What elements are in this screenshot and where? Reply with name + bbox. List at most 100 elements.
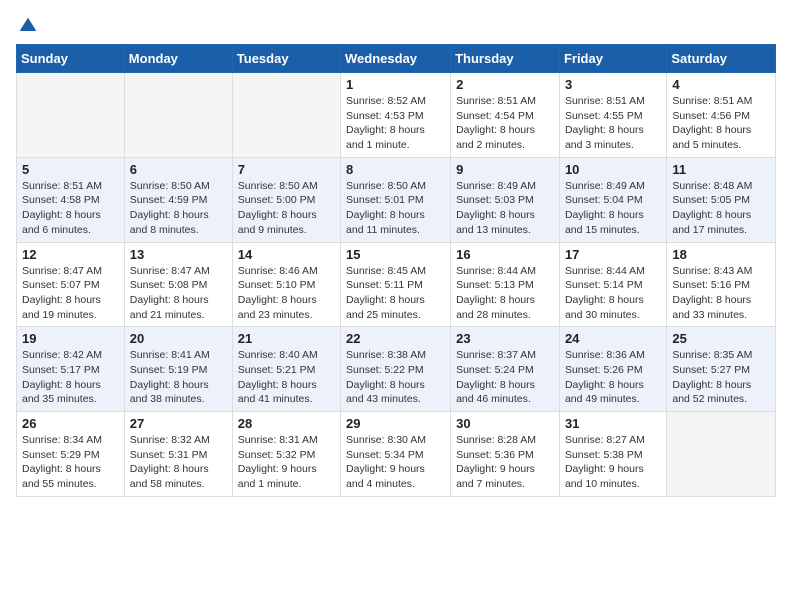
day-number: 17 bbox=[565, 247, 661, 262]
day-number: 23 bbox=[456, 331, 554, 346]
calendar-cell: 26 Sunrise: 8:34 AM Sunset: 5:29 PM Dayli… bbox=[17, 412, 125, 497]
day-content: Sunrise: 8:45 AM Sunset: 5:11 PM Dayligh… bbox=[346, 264, 445, 323]
logo bbox=[16, 16, 38, 32]
day-number: 24 bbox=[565, 331, 661, 346]
week-row-3: 12 Sunrise: 8:47 AM Sunset: 5:07 PM Dayli… bbox=[17, 242, 776, 327]
day-content: Sunrise: 8:34 AM Sunset: 5:29 PM Dayligh… bbox=[22, 433, 119, 492]
day-content: Sunrise: 8:32 AM Sunset: 5:31 PM Dayligh… bbox=[130, 433, 227, 492]
day-content: Sunrise: 8:27 AM Sunset: 5:38 PM Dayligh… bbox=[565, 433, 661, 492]
calendar-cell: 19 Sunrise: 8:42 AM Sunset: 5:17 PM Dayli… bbox=[17, 327, 125, 412]
day-number: 5 bbox=[22, 162, 119, 177]
day-content: Sunrise: 8:44 AM Sunset: 5:14 PM Dayligh… bbox=[565, 264, 661, 323]
calendar-cell bbox=[232, 73, 340, 158]
day-content: Sunrise: 8:48 AM Sunset: 5:05 PM Dayligh… bbox=[672, 179, 770, 238]
day-content: Sunrise: 8:36 AM Sunset: 5:26 PM Dayligh… bbox=[565, 348, 661, 407]
day-content: Sunrise: 8:47 AM Sunset: 5:08 PM Dayligh… bbox=[130, 264, 227, 323]
day-content: Sunrise: 8:38 AM Sunset: 5:22 PM Dayligh… bbox=[346, 348, 445, 407]
weekday-header-monday: Monday bbox=[124, 45, 232, 73]
day-content: Sunrise: 8:44 AM Sunset: 5:13 PM Dayligh… bbox=[456, 264, 554, 323]
calendar-cell bbox=[17, 73, 125, 158]
calendar-cell: 23 Sunrise: 8:37 AM Sunset: 5:24 PM Dayli… bbox=[451, 327, 560, 412]
day-number: 12 bbox=[22, 247, 119, 262]
calendar-cell: 7 Sunrise: 8:50 AM Sunset: 5:00 PM Daylig… bbox=[232, 157, 340, 242]
weekday-header-friday: Friday bbox=[559, 45, 666, 73]
weekday-header-thursday: Thursday bbox=[451, 45, 560, 73]
day-content: Sunrise: 8:41 AM Sunset: 5:19 PM Dayligh… bbox=[130, 348, 227, 407]
calendar-cell: 9 Sunrise: 8:49 AM Sunset: 5:03 PM Daylig… bbox=[451, 157, 560, 242]
calendar-cell: 3 Sunrise: 8:51 AM Sunset: 4:55 PM Daylig… bbox=[559, 73, 666, 158]
day-number: 11 bbox=[672, 162, 770, 177]
week-row-5: 26 Sunrise: 8:34 AM Sunset: 5:29 PM Dayli… bbox=[17, 412, 776, 497]
day-content: Sunrise: 8:49 AM Sunset: 5:03 PM Dayligh… bbox=[456, 179, 554, 238]
week-row-1: 1Sunrise: 8:52 AM Sunset: 4:53 PM Daylig… bbox=[17, 73, 776, 158]
day-number: 3 bbox=[565, 77, 661, 92]
day-number: 10 bbox=[565, 162, 661, 177]
page-header bbox=[16, 16, 776, 32]
day-content: Sunrise: 8:42 AM Sunset: 5:17 PM Dayligh… bbox=[22, 348, 119, 407]
weekday-header-saturday: Saturday bbox=[667, 45, 776, 73]
day-content: Sunrise: 8:47 AM Sunset: 5:07 PM Dayligh… bbox=[22, 264, 119, 323]
day-number: 19 bbox=[22, 331, 119, 346]
day-content: Sunrise: 8:28 AM Sunset: 5:36 PM Dayligh… bbox=[456, 433, 554, 492]
calendar-cell: 20 Sunrise: 8:41 AM Sunset: 5:19 PM Dayli… bbox=[124, 327, 232, 412]
calendar-cell bbox=[667, 412, 776, 497]
calendar-cell: 11 Sunrise: 8:48 AM Sunset: 5:05 PM Dayli… bbox=[667, 157, 776, 242]
day-content: Sunrise: 8:40 AM Sunset: 5:21 PM Dayligh… bbox=[238, 348, 335, 407]
calendar-cell: 16 Sunrise: 8:44 AM Sunset: 5:13 PM Dayli… bbox=[451, 242, 560, 327]
day-number: 26 bbox=[22, 416, 119, 431]
calendar-cell: 31Sunrise: 8:27 AM Sunset: 5:38 PM Dayli… bbox=[559, 412, 666, 497]
calendar-cell: 29 Sunrise: 8:30 AM Sunset: 5:34 PM Dayli… bbox=[341, 412, 451, 497]
calendar-cell: 1Sunrise: 8:52 AM Sunset: 4:53 PM Daylig… bbox=[341, 73, 451, 158]
day-number: 27 bbox=[130, 416, 227, 431]
day-content: Sunrise: 8:46 AM Sunset: 5:10 PM Dayligh… bbox=[238, 264, 335, 323]
day-number: 16 bbox=[456, 247, 554, 262]
day-number: 30 bbox=[456, 416, 554, 431]
day-number: 15 bbox=[346, 247, 445, 262]
week-row-2: 5 Sunrise: 8:51 AM Sunset: 4:58 PM Daylig… bbox=[17, 157, 776, 242]
day-content: Sunrise: 8:50 AM Sunset: 4:59 PM Dayligh… bbox=[130, 179, 227, 238]
day-number: 28 bbox=[238, 416, 335, 431]
day-number: 6 bbox=[130, 162, 227, 177]
day-content: Sunrise: 8:50 AM Sunset: 5:01 PM Dayligh… bbox=[346, 179, 445, 238]
day-number: 21 bbox=[238, 331, 335, 346]
calendar-cell: 10 Sunrise: 8:49 AM Sunset: 5:04 PM Dayli… bbox=[559, 157, 666, 242]
day-number: 13 bbox=[130, 247, 227, 262]
day-content: Sunrise: 8:51 AM Sunset: 4:55 PM Dayligh… bbox=[565, 94, 661, 153]
day-number: 4 bbox=[672, 77, 770, 92]
day-content: Sunrise: 8:35 AM Sunset: 5:27 PM Dayligh… bbox=[672, 348, 770, 407]
day-number: 7 bbox=[238, 162, 335, 177]
calendar-cell: 14 Sunrise: 8:46 AM Sunset: 5:10 PM Dayli… bbox=[232, 242, 340, 327]
day-content: Sunrise: 8:50 AM Sunset: 5:00 PM Dayligh… bbox=[238, 179, 335, 238]
day-content: Sunrise: 8:30 AM Sunset: 5:34 PM Dayligh… bbox=[346, 433, 445, 492]
calendar-cell: 2Sunrise: 8:51 AM Sunset: 4:54 PM Daylig… bbox=[451, 73, 560, 158]
day-content: Sunrise: 8:37 AM Sunset: 5:24 PM Dayligh… bbox=[456, 348, 554, 407]
day-number: 20 bbox=[130, 331, 227, 346]
day-content: Sunrise: 8:52 AM Sunset: 4:53 PM Dayligh… bbox=[346, 94, 445, 153]
day-number: 22 bbox=[346, 331, 445, 346]
day-content: Sunrise: 8:51 AM Sunset: 4:58 PM Dayligh… bbox=[22, 179, 119, 238]
calendar-cell: 5 Sunrise: 8:51 AM Sunset: 4:58 PM Daylig… bbox=[17, 157, 125, 242]
calendar-table: SundayMondayTuesdayWednesdayThursdayFrid… bbox=[16, 44, 776, 497]
calendar-cell: 6 Sunrise: 8:50 AM Sunset: 4:59 PM Daylig… bbox=[124, 157, 232, 242]
calendar-cell: 4 Sunrise: 8:51 AM Sunset: 4:56 PM Daylig… bbox=[667, 73, 776, 158]
weekday-header-sunday: Sunday bbox=[17, 45, 125, 73]
weekday-header-wednesday: Wednesday bbox=[341, 45, 451, 73]
day-number: 2 bbox=[456, 77, 554, 92]
day-content: Sunrise: 8:43 AM Sunset: 5:16 PM Dayligh… bbox=[672, 264, 770, 323]
day-content: Sunrise: 8:49 AM Sunset: 5:04 PM Dayligh… bbox=[565, 179, 661, 238]
calendar-cell: 17 Sunrise: 8:44 AM Sunset: 5:14 PM Dayli… bbox=[559, 242, 666, 327]
day-number: 14 bbox=[238, 247, 335, 262]
day-number: 25 bbox=[672, 331, 770, 346]
calendar-cell: 21 Sunrise: 8:40 AM Sunset: 5:21 PM Dayli… bbox=[232, 327, 340, 412]
day-number: 29 bbox=[346, 416, 445, 431]
day-number: 8 bbox=[346, 162, 445, 177]
weekday-header-tuesday: Tuesday bbox=[232, 45, 340, 73]
calendar-cell: 8 Sunrise: 8:50 AM Sunset: 5:01 PM Daylig… bbox=[341, 157, 451, 242]
calendar-cell: 22 Sunrise: 8:38 AM Sunset: 5:22 PM Dayli… bbox=[341, 327, 451, 412]
calendar-cell: 18Sunrise: 8:43 AM Sunset: 5:16 PM Dayli… bbox=[667, 242, 776, 327]
day-number: 9 bbox=[456, 162, 554, 177]
calendar-cell: 12 Sunrise: 8:47 AM Sunset: 5:07 PM Dayli… bbox=[17, 242, 125, 327]
day-content: Sunrise: 8:51 AM Sunset: 4:56 PM Dayligh… bbox=[672, 94, 770, 153]
weekday-header-row: SundayMondayTuesdayWednesdayThursdayFrid… bbox=[17, 45, 776, 73]
calendar-cell bbox=[124, 73, 232, 158]
